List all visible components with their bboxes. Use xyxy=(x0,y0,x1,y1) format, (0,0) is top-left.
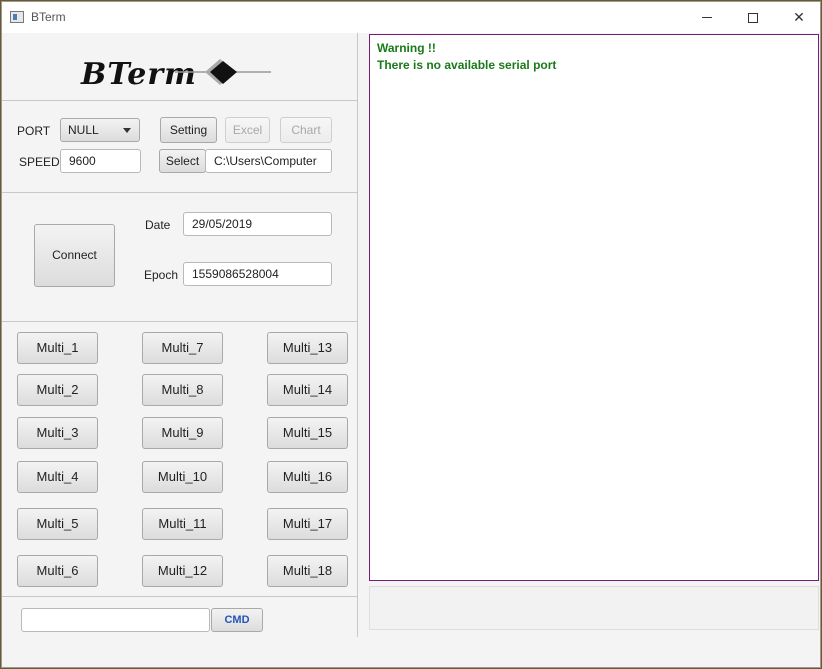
multi-button[interactable]: Multi_10 xyxy=(142,461,223,493)
multi-button[interactable]: Multi_4 xyxy=(17,461,98,493)
close-icon: ✕ xyxy=(793,9,805,25)
epoch-label: Epoch xyxy=(144,268,179,282)
console-output[interactable]: Warning !! There is no available serial … xyxy=(369,34,819,581)
window-title: BTerm xyxy=(31,10,66,24)
cmd-button[interactable]: CMD xyxy=(211,608,263,632)
title-bar: BTerm ✕ xyxy=(2,2,820,33)
divider xyxy=(2,321,357,322)
divider xyxy=(2,100,357,101)
multi-button[interactable]: Multi_11 xyxy=(142,508,223,540)
speed-label: SPEED xyxy=(19,155,60,169)
multi-button[interactable]: Multi_6 xyxy=(17,555,98,587)
select-path-button[interactable]: Select xyxy=(159,149,206,173)
multi-button[interactable]: Multi_12 xyxy=(142,555,223,587)
minimize-icon xyxy=(702,17,712,18)
date-input[interactable]: 29/05/2019 xyxy=(183,212,332,236)
multi-button[interactable]: Multi_1 xyxy=(17,332,98,364)
setting-button[interactable]: Setting xyxy=(160,117,217,143)
minimize-button[interactable] xyxy=(684,2,730,33)
multi-button[interactable]: Multi_3 xyxy=(17,417,98,449)
multi-button[interactable]: Multi_8 xyxy=(142,374,223,406)
multi-button[interactable]: Multi_7 xyxy=(142,332,223,364)
app-icon xyxy=(10,11,24,23)
multi-button[interactable]: Multi_14 xyxy=(267,374,348,406)
diamond-logo-icon xyxy=(175,59,271,85)
connect-button[interactable]: Connect xyxy=(34,224,115,287)
multi-button[interactable]: Multi_18 xyxy=(267,555,348,587)
control-panel: BTerm PORT NULL Setting Excel Chart SPEE… xyxy=(2,33,358,669)
epoch-input[interactable]: 1559086528004 xyxy=(183,262,332,286)
port-select[interactable]: NULL xyxy=(60,118,140,142)
chevron-down-icon xyxy=(123,128,131,133)
speed-input[interactable]: 9600 xyxy=(60,149,141,173)
chart-button[interactable]: Chart xyxy=(280,117,332,143)
multi-button[interactable]: Multi_9 xyxy=(142,417,223,449)
multi-button[interactable]: Multi_15 xyxy=(267,417,348,449)
command-input[interactable] xyxy=(21,608,210,632)
console-line: There is no available serial port xyxy=(377,58,557,72)
path-input[interactable]: C:\Users\Computer xyxy=(205,149,332,173)
date-label: Date xyxy=(145,218,171,232)
divider xyxy=(2,192,357,193)
excel-button[interactable]: Excel xyxy=(225,117,270,143)
multi-button[interactable]: Multi_2 xyxy=(17,374,98,406)
panel-divider xyxy=(357,33,358,637)
multi-button[interactable]: Multi_5 xyxy=(17,508,98,540)
port-selected-value: NULL xyxy=(68,123,99,137)
command-output-area[interactable] xyxy=(369,586,819,630)
close-button[interactable]: ✕ xyxy=(776,2,822,33)
logo: BTerm xyxy=(81,57,276,92)
multi-button[interactable]: Multi_17 xyxy=(267,508,348,540)
divider xyxy=(2,596,357,597)
console-line: Warning !! xyxy=(377,41,436,55)
port-label: PORT xyxy=(17,124,51,138)
maximize-button[interactable] xyxy=(730,2,776,33)
multi-button[interactable]: Multi_13 xyxy=(267,332,348,364)
maximize-icon xyxy=(748,12,758,23)
multi-button[interactable]: Multi_16 xyxy=(267,461,348,493)
